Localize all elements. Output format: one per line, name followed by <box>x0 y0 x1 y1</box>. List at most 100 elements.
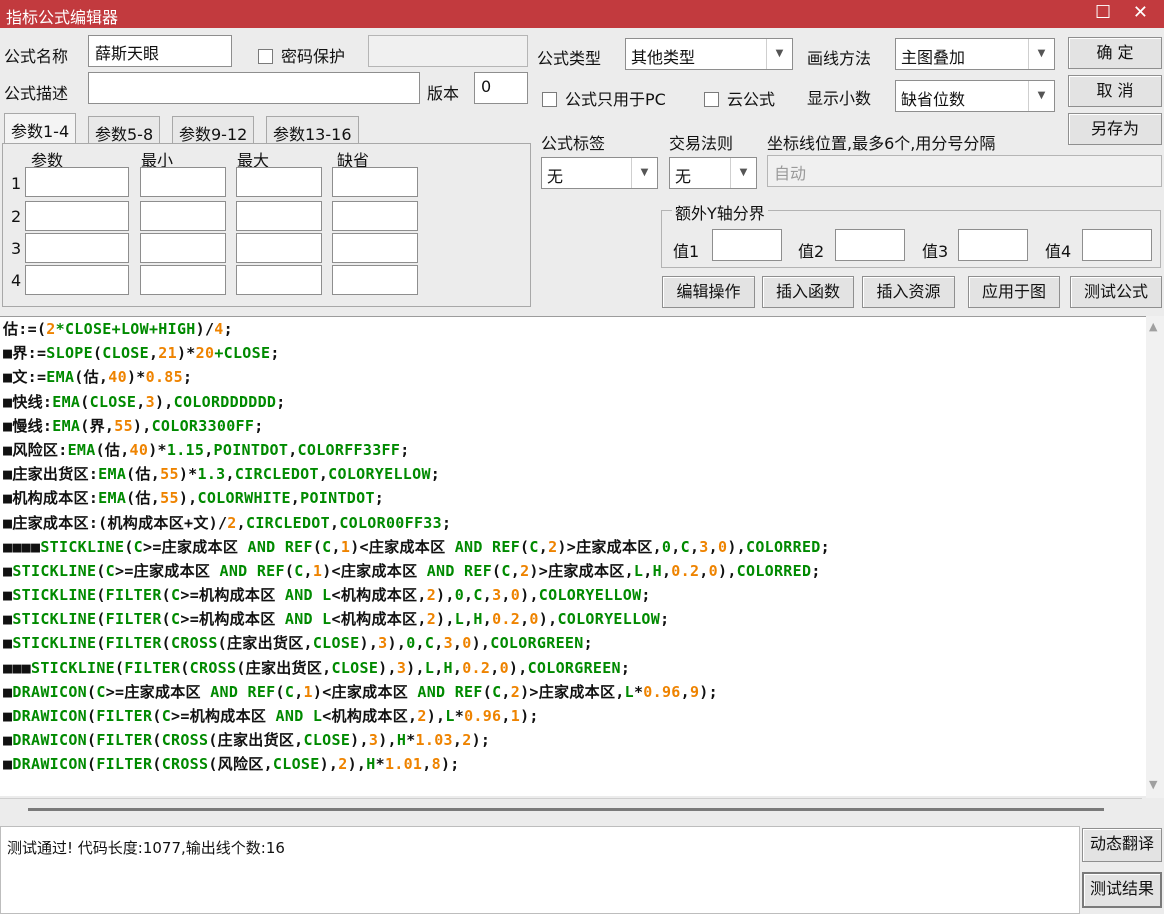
translate-button[interactable]: 动态翻译 <box>1082 828 1162 862</box>
code-line: ■风险区:EMA(估,40)*1.15,POINTDOT,COLORFF33FF… <box>3 438 1143 462</box>
code-token: ■机构成本区: <box>3 489 99 508</box>
code-token: AND L <box>275 707 323 725</box>
code-token: CLOSE <box>272 755 320 774</box>
desc-input[interactable] <box>88 72 420 104</box>
code-editor[interactable]: 估:=(2*CLOSE+LOW+HIGH)/4; ■界:=SLOPE(CLOSE,… <box>0 316 1164 796</box>
y2-input[interactable] <box>835 229 905 261</box>
code-token: 1.15 <box>166 440 205 459</box>
code-line: ■■■■STICKLINE(C>=庄家成本区 AND REF(C,1)<庄家成本… <box>3 535 1143 559</box>
tag-select[interactable]: 无 ▼ <box>541 157 658 189</box>
code-token: , <box>482 586 493 605</box>
rule-select[interactable]: 无 ▼ <box>669 157 757 189</box>
param-max-input[interactable] <box>236 265 322 295</box>
ok-button[interactable]: 确 定 <box>1068 37 1162 69</box>
vertical-scrollbar[interactable]: ▲ ▼ <box>1146 316 1164 798</box>
param-name-input[interactable] <box>25 167 129 197</box>
code-token: C <box>96 682 106 701</box>
insert-func-button[interactable]: 插入函数 <box>762 276 854 308</box>
code-token: ■■■ <box>3 658 31 677</box>
code-line: ■STICKLINE(FILTER(C>=机构成本区 AND L<机构成本区,2… <box>3 607 1143 631</box>
checkbox-icon[interactable] <box>542 92 557 107</box>
code-token: ■慢线: <box>3 416 53 435</box>
param-max-input[interactable] <box>236 233 322 263</box>
insert-res-button[interactable]: 插入资源 <box>862 276 955 308</box>
code-token: ; <box>820 537 830 556</box>
code-token: AND L <box>284 586 332 605</box>
code-token: 1 <box>303 682 313 701</box>
code-token: ), <box>727 537 746 556</box>
tab-params-13-16[interactable]: 参数13-16 <box>266 116 359 144</box>
code-token: , <box>482 610 493 629</box>
horizontal-scrollbar[interactable] <box>0 798 1142 820</box>
param-default-input[interactable] <box>332 201 418 231</box>
window-controls[interactable]: ☐ ✕ <box>1095 2 1156 23</box>
param-min-input[interactable] <box>140 265 226 295</box>
draw-select[interactable]: 主图叠加 ▼ <box>895 38 1055 70</box>
scroll-down-icon[interactable]: ▼ <box>1149 778 1157 791</box>
chevron-down-icon[interactable]: ▼ <box>1028 39 1054 69</box>
save-as-button[interactable]: 另存为 <box>1068 113 1162 145</box>
tab-params-1-4[interactable]: 参数1-4 <box>4 113 77 144</box>
code-token: 1 <box>312 561 323 580</box>
scroll-thumb[interactable] <box>28 808 1104 811</box>
scroll-up-icon[interactable]: ▲ <box>1149 320 1157 333</box>
param-name-input[interactable] <box>25 265 129 295</box>
tab-params-5-8[interactable]: 参数5-8 <box>88 116 161 144</box>
y1-input[interactable] <box>712 229 782 261</box>
code-token: , <box>422 755 432 774</box>
param-default-input[interactable] <box>332 167 418 197</box>
edit-ops-button[interactable]: 编辑操作 <box>662 276 755 308</box>
param-max-input[interactable] <box>236 167 322 197</box>
code-token: ( <box>96 610 106 629</box>
code-token: ; <box>270 344 280 363</box>
cloud-label: 云公式 <box>727 90 776 109</box>
decimals-select[interactable]: 缺省位数 ▼ <box>895 80 1055 112</box>
code-line: ■STICKLINE(FILTER(C>=机构成本区 AND L<机构成本区,2… <box>3 583 1143 607</box>
cancel-button[interactable]: 取 消 <box>1068 75 1162 107</box>
param-default-input[interactable] <box>332 265 418 295</box>
chevron-down-icon[interactable]: ▼ <box>766 39 792 69</box>
code-line: ■DRAWICON(FILTER(CROSS(庄家出货区,CLOSE),3),H… <box>3 728 1143 752</box>
code-token: ), <box>378 658 397 677</box>
code-token: ■快线: <box>3 392 53 411</box>
code-token: ; <box>641 586 651 605</box>
code-token: 0.2 <box>492 610 521 629</box>
code-token: C <box>133 537 143 556</box>
chevron-down-icon[interactable]: ▼ <box>1028 81 1054 111</box>
password-checkbox[interactable]: 密码保护 <box>258 43 345 67</box>
code-token: CLOSE <box>102 344 149 363</box>
test-button[interactable]: 测试公式 <box>1070 276 1162 308</box>
name-input[interactable]: 薛斯天眼 <box>88 35 232 67</box>
pc-only-checkbox[interactable]: 公式只用于PC <box>542 86 666 110</box>
checkbox-icon[interactable] <box>704 92 719 107</box>
param-name-input[interactable] <box>25 201 129 231</box>
tab-params-9-12[interactable]: 参数9-12 <box>172 116 255 144</box>
chevron-down-icon[interactable]: ▼ <box>631 158 657 188</box>
version-input[interactable]: 0 <box>474 72 528 104</box>
code-token: CROSS <box>171 634 218 653</box>
checkbox-icon[interactable] <box>258 49 273 64</box>
param-max-input[interactable] <box>236 201 322 231</box>
code-token: >=机构成本区 <box>171 707 276 725</box>
code-token: ; <box>223 320 233 338</box>
code-token: ( <box>152 707 162 725</box>
code-token: COLORYELLOW <box>557 610 661 629</box>
y4-input[interactable] <box>1082 229 1152 261</box>
coord-input[interactable]: 自动 <box>767 155 1162 187</box>
y3-input[interactable] <box>958 229 1028 261</box>
code-token: 2 <box>426 586 437 605</box>
param-min-input[interactable] <box>140 201 226 231</box>
code-token: AND REF <box>219 561 285 580</box>
param-min-input[interactable] <box>140 233 226 263</box>
param-default-input[interactable] <box>332 233 418 263</box>
cloud-checkbox[interactable]: 云公式 <box>704 86 775 110</box>
type-select[interactable]: 其他类型 ▼ <box>625 38 793 70</box>
param-name-input[interactable] <box>25 233 129 263</box>
test-result-button[interactable]: 测试结果 <box>1082 872 1162 908</box>
code-token: C <box>171 586 181 605</box>
code-token: )>庄家成本区, <box>557 537 662 556</box>
apply-button[interactable]: 应用于图 <box>968 276 1060 308</box>
code-token: ; <box>276 392 286 411</box>
chevron-down-icon[interactable]: ▼ <box>730 158 756 188</box>
param-min-input[interactable] <box>140 167 226 197</box>
